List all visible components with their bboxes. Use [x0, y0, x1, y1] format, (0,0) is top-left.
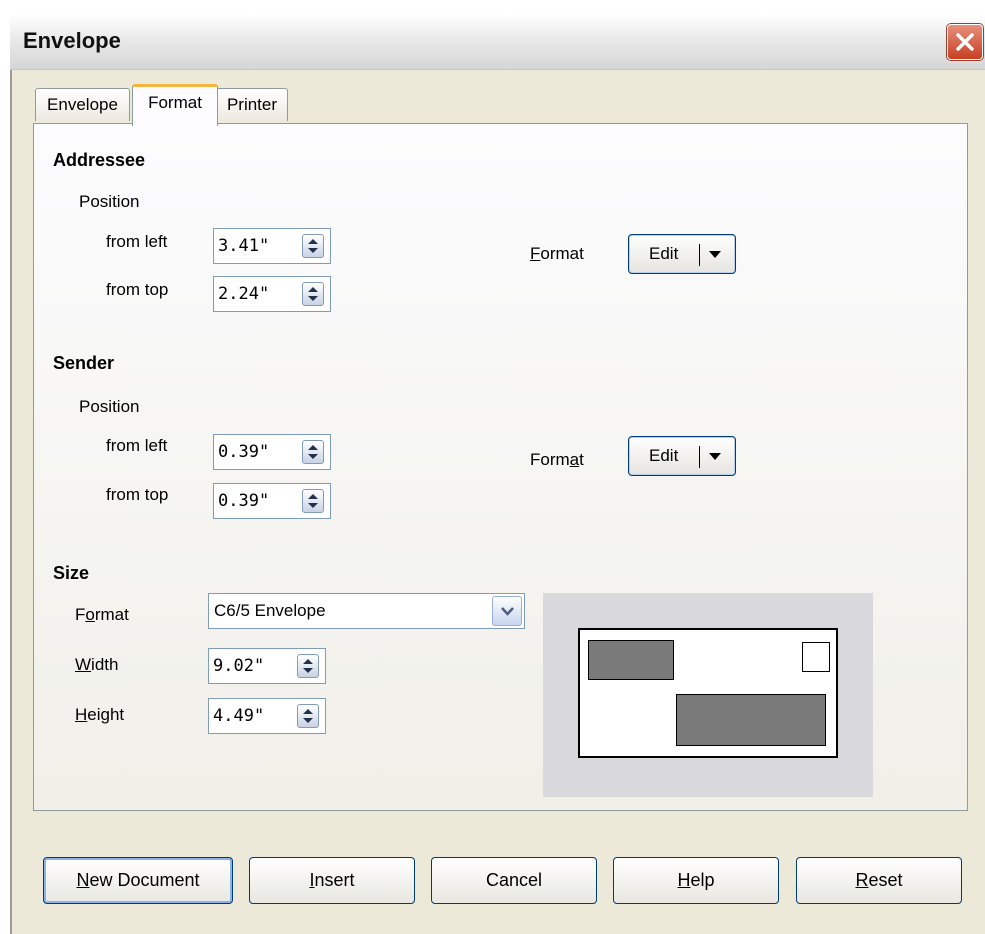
- stamp-preview-block: [802, 642, 830, 672]
- addressee-position-label: Position: [79, 192, 140, 211]
- sender-from-top-field[interactable]: 0.39": [213, 483, 331, 519]
- sender-edit-label: Edit: [649, 446, 679, 465]
- addressee-from-left-label: from left: [106, 232, 168, 251]
- sender-from-left-field[interactable]: 0.39": [213, 434, 331, 470]
- size-width-spinner[interactable]: [297, 654, 319, 678]
- split-separator: [699, 446, 700, 468]
- size-width-value: 9.02": [213, 656, 265, 676]
- size-height-spinner[interactable]: [297, 704, 319, 728]
- sender-heading: Sender: [53, 353, 115, 373]
- sender-from-top-value: 0.39": [218, 491, 270, 511]
- addressee-heading: Addressee: [53, 150, 146, 170]
- addressee-from-top-spinner[interactable]: [302, 282, 324, 306]
- new-document-button[interactable]: New Document: [43, 857, 233, 904]
- insert-button[interactable]: Insert: [249, 857, 415, 904]
- addressee-from-top-value: 2.24": [218, 284, 270, 304]
- tab-printer-label: Printer: [226, 95, 278, 114]
- sender-preview-block: [588, 640, 674, 680]
- title-bar: Envelope: [10, 14, 985, 70]
- addressee-edit-label: Edit: [649, 244, 679, 263]
- sender-format-label: Format: [530, 450, 584, 469]
- dialog-title: Envelope: [23, 28, 121, 53]
- close-button[interactable]: [947, 24, 983, 60]
- addressee-format-label: Format: [530, 244, 584, 263]
- addressee-from-left-spinner[interactable]: [302, 234, 324, 258]
- size-height-field[interactable]: 4.49": [208, 698, 326, 734]
- envelope-format-dropdown-button[interactable]: [492, 596, 522, 626]
- spin-up-down-icon: [303, 709, 313, 723]
- spin-up-down-icon: [303, 659, 313, 673]
- envelope-preview-sheet: [578, 628, 838, 758]
- tab-envelope-label: Envelope: [47, 95, 118, 114]
- spin-up-down-icon: [308, 445, 318, 459]
- tab-format[interactable]: Format: [132, 84, 218, 126]
- sender-from-left-spinner[interactable]: [302, 440, 324, 464]
- dropdown-arrow-icon[interactable]: [709, 453, 721, 461]
- sender-from-left-label: from left: [106, 436, 168, 455]
- tab-printer[interactable]: Printer: [216, 88, 288, 121]
- size-height-label: Height: [75, 705, 125, 724]
- addressee-from-left-value: 3.41": [218, 236, 270, 256]
- dropdown-arrow-icon[interactable]: [709, 251, 721, 259]
- addressee-preview-block: [676, 694, 826, 746]
- tab-format-label: Format: [148, 93, 202, 112]
- addressee-from-top-field[interactable]: 2.24": [213, 276, 331, 312]
- close-icon: [956, 33, 974, 51]
- addressee-from-top-label: from top: [106, 280, 169, 299]
- size-height-value: 4.49": [213, 706, 265, 726]
- sender-from-top-label: from top: [106, 485, 169, 504]
- size-heading: Size: [53, 563, 90, 583]
- spin-up-down-icon: [308, 494, 318, 508]
- envelope-format-select[interactable]: C6/5 Envelope: [208, 593, 525, 629]
- size-width-field[interactable]: 9.02": [208, 648, 326, 684]
- help-button[interactable]: Help: [613, 857, 779, 904]
- addressee-edit-button[interactable]: Edit: [628, 234, 736, 274]
- cancel-button[interactable]: Cancel: [431, 857, 597, 904]
- addressee-from-left-field[interactable]: 3.41": [213, 228, 331, 264]
- size-width-label: Width: [75, 655, 119, 674]
- sender-from-left-value: 0.39": [218, 442, 270, 462]
- spin-up-down-icon: [308, 239, 318, 253]
- sender-from-top-spinner[interactable]: [302, 489, 324, 513]
- sender-position-label: Position: [79, 397, 140, 416]
- tab-envelope[interactable]: Envelope: [35, 88, 130, 121]
- spin-up-down-icon: [308, 287, 318, 301]
- split-separator: [699, 244, 700, 266]
- chevron-down-icon: [501, 607, 514, 616]
- reset-button[interactable]: Reset: [796, 857, 962, 904]
- sender-edit-button[interactable]: Edit: [628, 436, 736, 476]
- envelope-format-value: C6/5 Envelope: [214, 601, 326, 620]
- size-format-label: Format: [75, 605, 129, 624]
